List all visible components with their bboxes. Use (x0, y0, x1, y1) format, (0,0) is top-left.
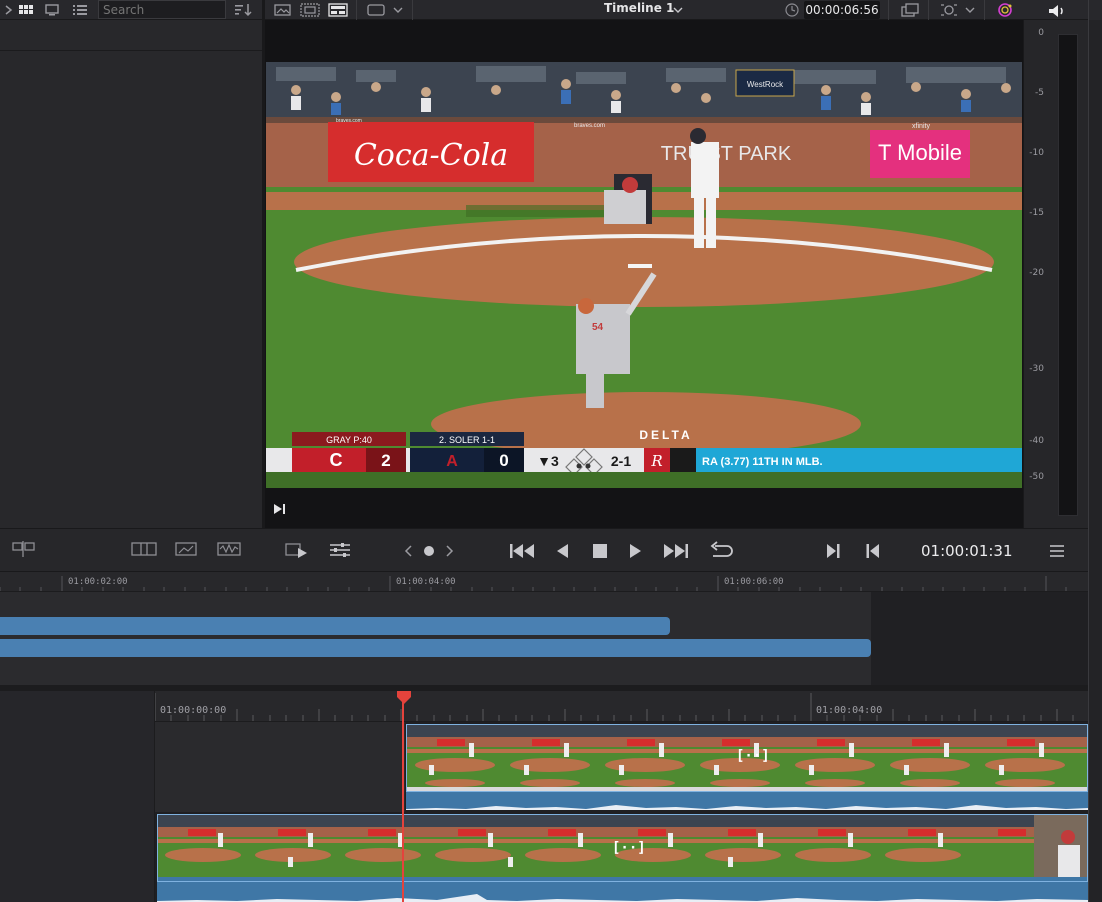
loop-icon[interactable] (706, 540, 734, 562)
clip-view-icon[interactable] (130, 540, 158, 558)
meter-tick-label: 0 (1038, 28, 1044, 38)
menu-icon[interactable] (1048, 543, 1066, 559)
play-icon[interactable] (626, 541, 644, 561)
media-pool-header (0, 20, 262, 51)
xfinity-sign: xfinity (912, 123, 930, 130)
svg-text:54: 54 (592, 322, 604, 333)
home-score: 0 (499, 451, 508, 470)
go-to-start-icon[interactable] (508, 541, 536, 561)
effects-overlay-icon[interactable] (940, 2, 958, 18)
dual-viewer-icon[interactable] (12, 540, 36, 558)
panel-toggle-icon[interactable] (4, 2, 14, 18)
ball-strike-count: 2-1 (611, 453, 631, 469)
chevron-down-icon[interactable] (964, 2, 976, 18)
timeline-ruler-label: 01:00:04:00 (816, 705, 883, 716)
inspector-edge-panel (1088, 0, 1102, 902)
previous-frame-icon[interactable] (864, 542, 882, 560)
clock-icon (784, 2, 800, 18)
svg-text:A: A (446, 453, 458, 470)
toolbar-separator (412, 0, 413, 20)
mini-ruler-label: 01:00:02:00 (68, 577, 128, 587)
stats-ticker: RA (3.77) 11TH IN MLB. (702, 456, 823, 468)
mini-timeline-clip-v2[interactable] (0, 617, 670, 635)
viewer-video-frame[interactable]: WestRock braves.com braves.com Coca-Cola… (266, 62, 1022, 488)
meter-tick-label: -50 (1029, 472, 1044, 482)
timeline-dropdown-icon[interactable] (672, 2, 684, 18)
meter-tick-label: -40 (1029, 436, 1044, 446)
waveform-view-icon[interactable] (216, 540, 242, 558)
track-header-column (0, 691, 155, 902)
stop-icon[interactable] (590, 541, 610, 561)
timeline-ruler[interactable] (155, 691, 1088, 722)
toolbar-separator (984, 0, 985, 20)
bypass-grade-icon[interactable] (900, 2, 920, 18)
toolbar-separator (888, 0, 889, 20)
thumbnail-view-icon[interactable] (44, 2, 60, 18)
westrock-sign: WestRock (747, 80, 784, 89)
sort-icon[interactable] (234, 2, 254, 18)
current-timecode[interactable]: 01:00:01:31 (921, 542, 1013, 560)
audio-clip-a1[interactable] (157, 882, 1088, 902)
meter-tick-label: -20 (1029, 268, 1044, 278)
timeline-ruler-label: 01:00:00:00 (160, 705, 227, 716)
source-timecode: 00:00:06:56 (804, 1, 880, 19)
inning-indicator: ▼3 (537, 453, 559, 469)
audio-meter-panel: 0 -5 -10 -15 -20 -30 -40 -50 (1023, 20, 1088, 528)
grid-view-icon[interactable] (18, 2, 34, 18)
home-team-header: 2. SOLER 1-1 (439, 435, 495, 445)
mini-ruler-ticks (0, 576, 1067, 591)
t-mobile-sign: T Mobile (878, 140, 962, 165)
meter-tick-label: -5 (1035, 88, 1044, 98)
chevron-down-icon[interactable] (392, 2, 404, 18)
svg-text:R: R (650, 452, 662, 470)
playhead-line[interactable] (402, 700, 404, 902)
play-range-icon[interactable] (284, 540, 310, 560)
image-view-icon[interactable] (174, 540, 198, 558)
play-reverse-icon[interactable] (554, 541, 572, 561)
audio-level-meter (1058, 34, 1078, 516)
timeline-title[interactable]: Timeline 1 (604, 1, 674, 15)
toolbar-separator (928, 0, 929, 20)
next-frame-icon[interactable] (824, 542, 842, 560)
delta-sign: DELTA (639, 428, 692, 442)
mini-ruler-label: 01:00:04:00 (396, 577, 456, 587)
search-input[interactable] (98, 0, 226, 19)
mini-timeline-empty-area (871, 592, 1088, 685)
truist-park-sign: TRUIST PARK (661, 143, 792, 165)
safe-area-icon[interactable] (300, 2, 320, 18)
fit-frame-icon[interactable] (366, 2, 386, 18)
meter-tick-label: -10 (1029, 148, 1044, 158)
away-score: 2 (381, 451, 390, 470)
braves-com-sign-2: braves.com (574, 123, 605, 129)
audio-clip-a2[interactable] (406, 792, 1088, 810)
toolbar-divider (262, 0, 265, 20)
settings-sliders-icon[interactable] (328, 540, 352, 560)
go-to-end-icon[interactable] (272, 502, 288, 516)
svg-text:C: C (330, 450, 343, 470)
audio-icon[interactable] (1046, 3, 1068, 19)
away-team-header: GRAY P:40 (326, 435, 372, 445)
playhead-handle[interactable] (396, 691, 412, 705)
clip-focus-bracket-icon: [··] (736, 748, 770, 764)
jog-control-icon[interactable] (402, 542, 456, 560)
empty-track-region (155, 722, 405, 812)
toolbar-separator (356, 0, 357, 20)
image-wipe-icon[interactable] (274, 2, 292, 18)
viewer-layout-icon[interactable] (328, 2, 348, 18)
color-wheels-icon[interactable] (996, 2, 1014, 18)
mini-ruler-label: 01:00:06:00 (724, 577, 784, 587)
coca-cola-sign: Coca-Cola (354, 138, 508, 173)
meter-tick-label: -30 (1029, 364, 1044, 374)
list-view-icon[interactable] (72, 2, 88, 18)
media-pool-panel[interactable] (0, 20, 262, 528)
clip-focus-bracket-icon: [··] (612, 840, 646, 856)
meter-tick-label: -15 (1029, 208, 1044, 218)
go-to-end-icon[interactable] (662, 541, 690, 561)
timeline-ruler-ticks (155, 693, 1074, 721)
mini-timeline-clip-v1[interactable] (0, 639, 871, 657)
mini-timeline-ruler[interactable] (0, 572, 1088, 592)
